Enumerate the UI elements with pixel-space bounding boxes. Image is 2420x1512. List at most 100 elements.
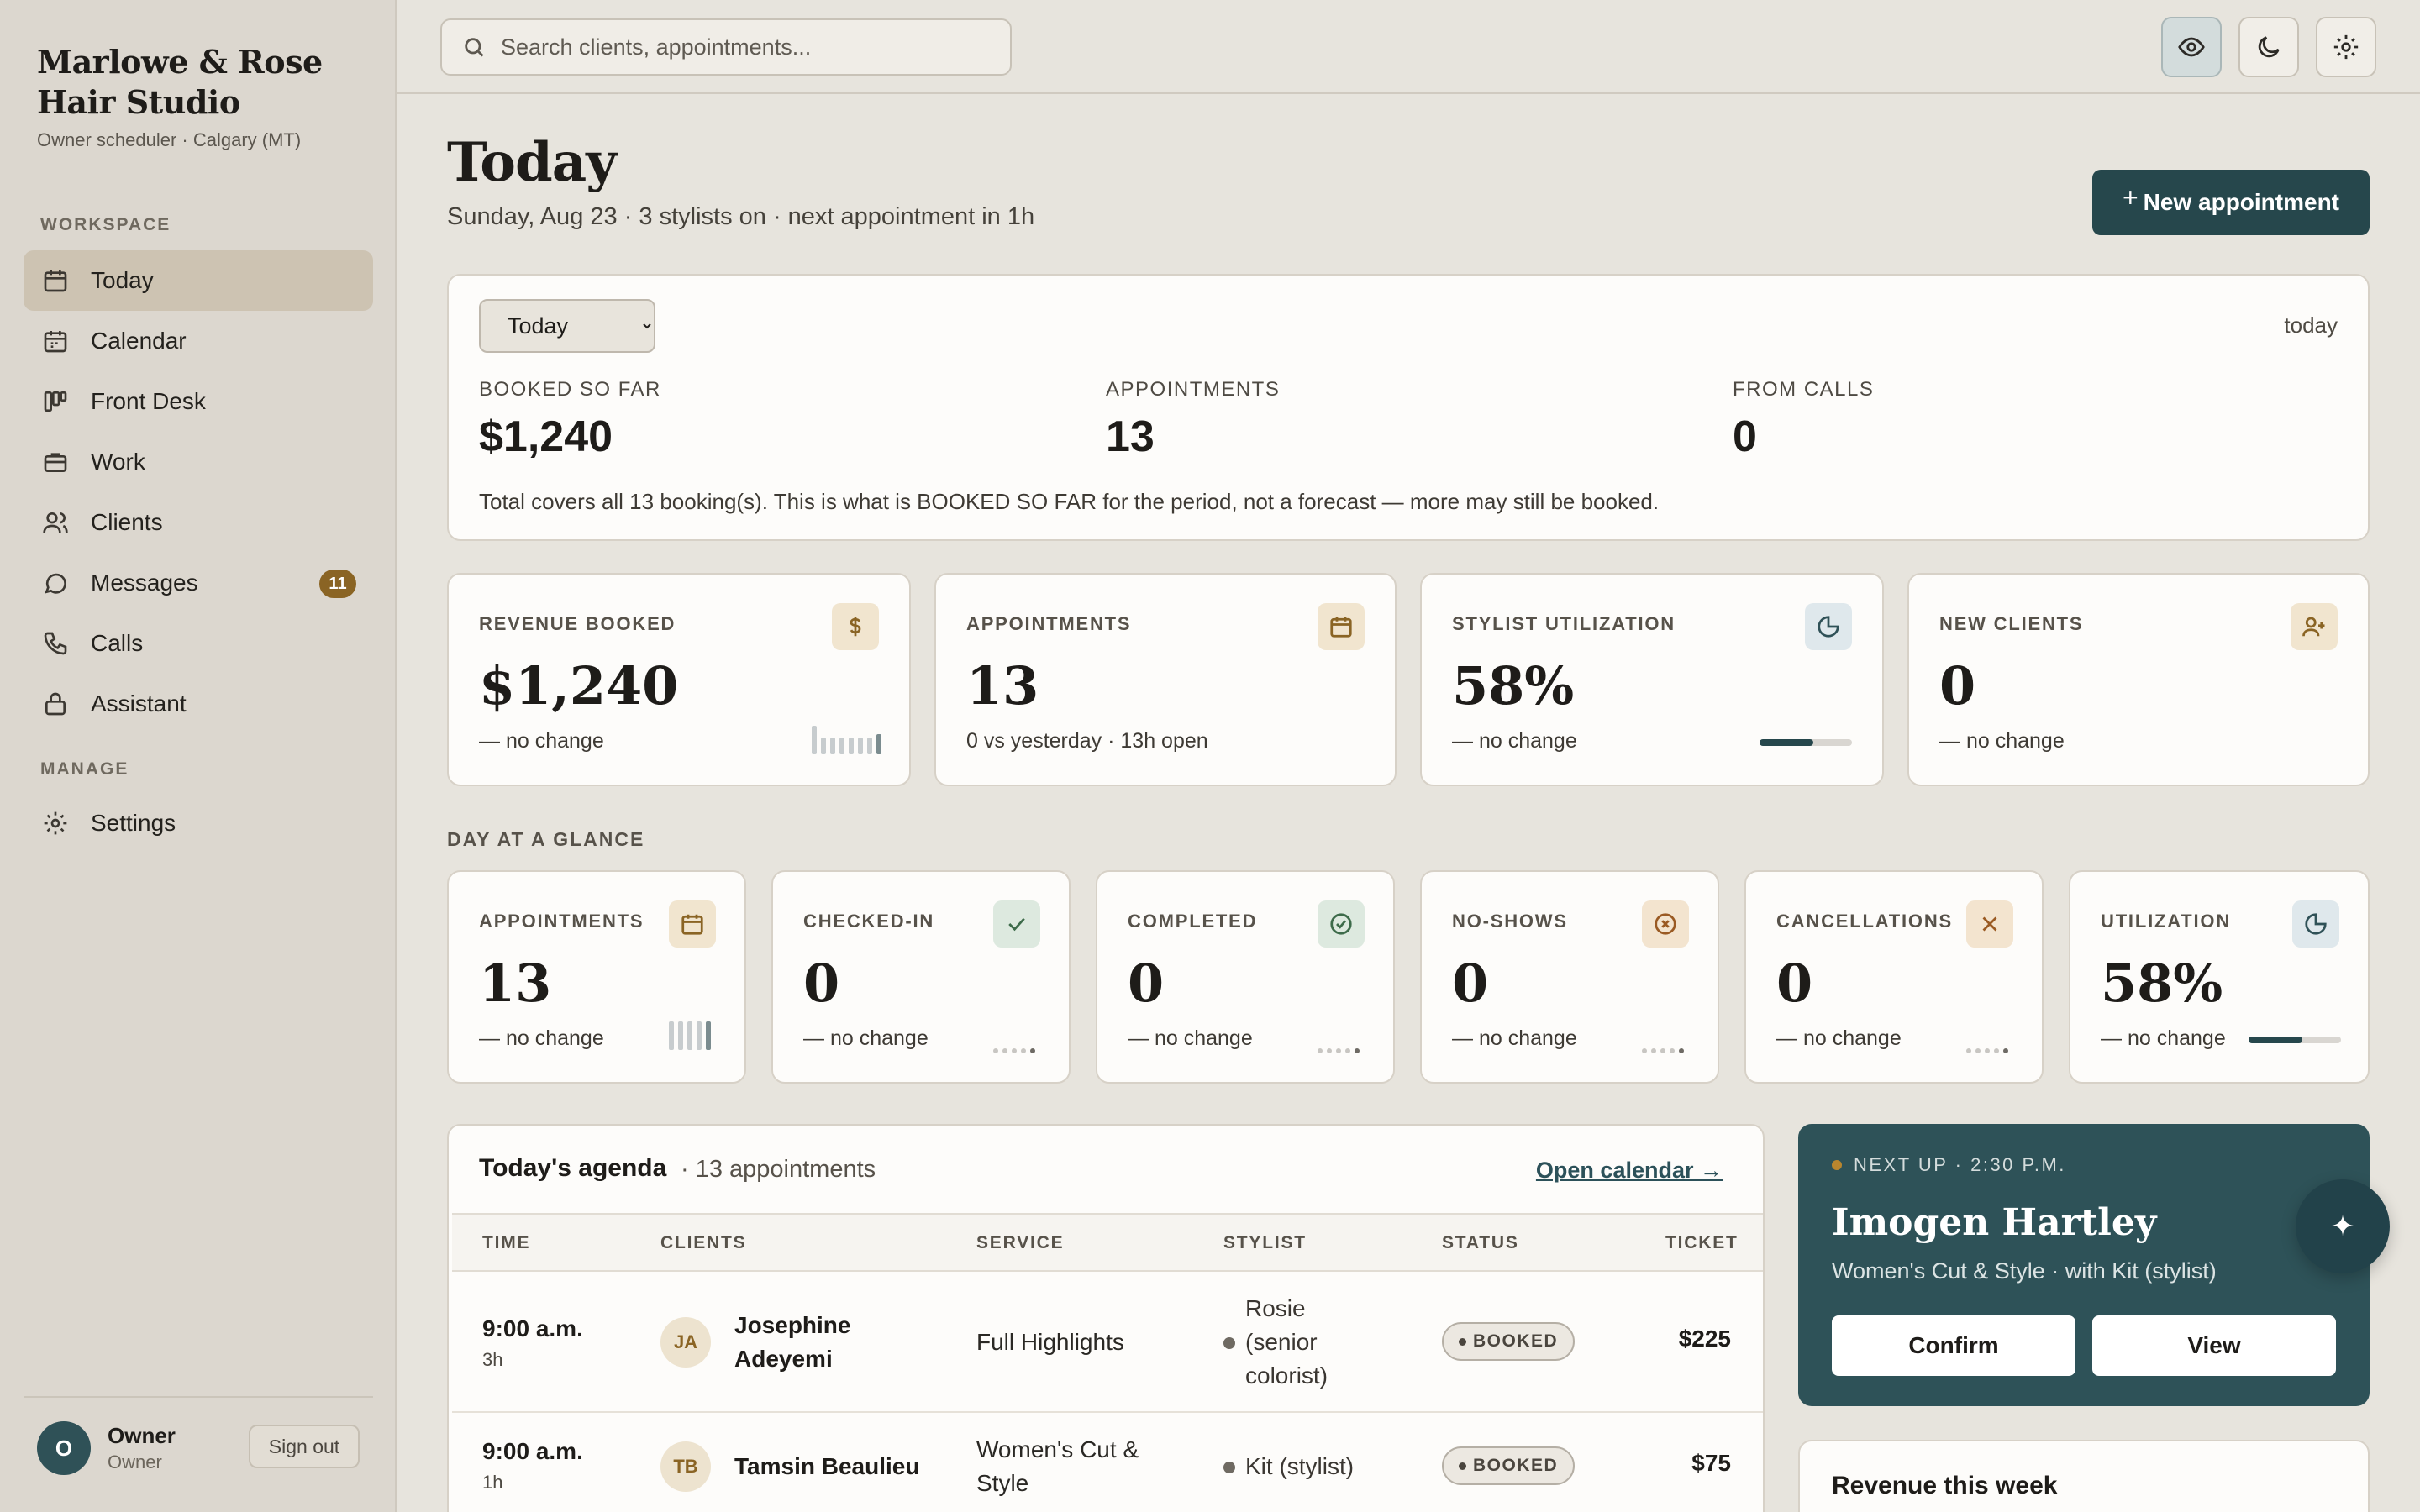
kpi-delta: — no change (2101, 1026, 2226, 1050)
kpi-label: STYLIST UTILIZATION (1452, 613, 1676, 634)
column-header-stylist[interactable]: STYLIST (1223, 1233, 1307, 1253)
sidebar-item-clients[interactable]: Clients (24, 492, 373, 553)
calendar-grid-icon (40, 326, 71, 356)
kpi-label: NEW CLIENTS (1939, 613, 2084, 634)
period-select[interactable]: Today (479, 299, 655, 353)
kpi-label: APPOINTMENTS (479, 911, 644, 932)
client-avatar: JA (660, 1317, 711, 1368)
kpi-card-revenue: REVENUE BOOKED $1,240 — no change (447, 573, 911, 786)
confirm-button[interactable]: Confirm (1832, 1315, 2075, 1376)
kpi-value: 0 (1776, 953, 1813, 1014)
status-dot (1459, 1337, 1466, 1346)
status-label: BOOKED (1473, 1331, 1559, 1351)
settings-button[interactable] (2316, 17, 2376, 77)
client-name[interactable]: Tamsin Beaulieu (734, 1450, 953, 1483)
column-header-status[interactable]: STATUS (1442, 1233, 1519, 1253)
sidebar-item-label: Messages (91, 570, 198, 596)
from-calls-label: FROM CALLS (1733, 378, 1875, 401)
lock-icon (40, 689, 71, 719)
moon-icon (2258, 36, 2280, 58)
sidebar-item-label: Front Desk (91, 388, 206, 414)
table-row[interactable]: 9:00 a.m. 3h JA Josephine Adeyemi Full H… (452, 1272, 1763, 1413)
sidebar-item-label: Calls (91, 630, 144, 656)
kpi-value: 0 (1452, 953, 1489, 1014)
kpi-value: 0 (1128, 953, 1165, 1014)
sidebar-item-label: Calendar (91, 328, 187, 354)
kpi-delta: — no change (1939, 729, 2065, 753)
trend-dots (1642, 1048, 1684, 1053)
briefcase-icon (40, 447, 71, 477)
status-dot (1832, 1160, 1842, 1170)
status-badge: BOOKED (1442, 1446, 1576, 1485)
table-row[interactable]: 9:00 a.m. 1h TB Tamsin Beaulieu Women's … (452, 1413, 1763, 1512)
kpi-card-new-clients: NEW CLIENTS 0 — no change (1907, 573, 2370, 786)
progress-fill (1760, 739, 1813, 746)
glance-card-no-shows: NO-SHOWS 0 — no change (1420, 870, 1719, 1084)
search-box[interactable] (440, 18, 1012, 76)
page-title: Today (447, 131, 617, 194)
user-plus-icon (2291, 603, 2338, 650)
new-appointment-button[interactable]: + New appointment (2092, 170, 2370, 235)
kpi-card-appointments: APPOINTMENTS 13 0 vs yesterday · 13h ope… (934, 573, 1397, 786)
new-appointment-label: New appointment (2143, 189, 2340, 215)
top-bar (397, 0, 2420, 94)
status-dot (1459, 1462, 1466, 1470)
sidebar-item-label: Settings (91, 810, 176, 836)
next-up-detail: Women's Cut & Style · with Kit (stylist) (1832, 1258, 2217, 1284)
sidebar-item-work[interactable]: Work (24, 432, 373, 492)
pie-icon (1805, 603, 1852, 650)
manage-section-label: MANAGE (40, 759, 129, 779)
kpi-label: REVENUE BOOKED (479, 613, 676, 634)
stylist-name: Kit (stylist) (1245, 1453, 1355, 1479)
pie-icon (2292, 900, 2339, 948)
brand-subtitle: Owner scheduler · Calgary (MT) (37, 129, 302, 150)
sign-out-button[interactable]: Sign out (249, 1425, 360, 1468)
message-icon (40, 568, 71, 598)
gear-icon (2333, 34, 2359, 60)
sidebar-item-calendar[interactable]: Calendar (24, 311, 373, 371)
trend-dots (993, 1048, 1035, 1053)
preview-toggle-button[interactable] (2161, 17, 2222, 77)
search-input[interactable] (501, 34, 988, 60)
sidebar-item-settings[interactable]: Settings (24, 793, 373, 853)
calendar-icon (1318, 603, 1365, 650)
x-circle-icon (1642, 900, 1689, 948)
open-calendar-link[interactable]: Open calendar → (1536, 1158, 1723, 1184)
next-up-card: NEXT UP · 2:30 P.M. Imogen Hartley Women… (1798, 1124, 2370, 1406)
sidebar-item-front-desk[interactable]: Front Desk (24, 371, 373, 432)
revenue-this-week-title: Revenue this week (1832, 1472, 2058, 1499)
appointment-time: 9:00 a.m. (482, 1438, 583, 1464)
kpi-delta: 0 vs yesterday · 13h open (966, 729, 1208, 753)
sidebar-item-assistant[interactable]: Assistant (24, 674, 373, 734)
column-header-time[interactable]: TIME (482, 1233, 530, 1253)
kpi-label: CHECKED-IN (803, 911, 935, 932)
gear-icon (40, 808, 71, 838)
sidebar-item-today[interactable]: Today (24, 250, 373, 311)
status-badge: BOOKED (1442, 1322, 1576, 1361)
kpi-value: 0 (803, 953, 840, 1014)
stylist-name: Rosie (senior colorist) (1245, 1295, 1328, 1389)
view-button[interactable]: View (2092, 1315, 2336, 1376)
kpi-delta: — no change (1776, 1026, 1902, 1050)
glance-card-checked-in: CHECKED-IN 0 — no change (771, 870, 1071, 1084)
sidebar-item-messages[interactable]: Messages 11 (24, 553, 373, 613)
agenda-table-header: TIME CLIENTS SERVICE STYLIST STATUS TICK… (452, 1213, 1763, 1272)
agenda-count: · 13 appointments (681, 1156, 876, 1183)
appointment-duration: 3h (482, 1349, 503, 1370)
column-header-ticket[interactable]: TICKET (1665, 1233, 1739, 1253)
assistant-sparkle-button[interactable]: ✦ (2296, 1179, 2390, 1273)
appointments-value: 13 (1106, 412, 1155, 461)
service-name: Full Highlights (976, 1329, 1124, 1355)
client-name[interactable]: Josephine Adeyemi (734, 1309, 902, 1376)
kpi-label: NO-SHOWS (1452, 911, 1568, 932)
kpi-value: 13 (479, 953, 552, 1014)
column-header-service[interactable]: SERVICE (976, 1233, 1064, 1253)
check-circle-icon (1318, 900, 1365, 948)
progress-fill (2249, 1037, 2302, 1043)
dark-mode-button[interactable] (2238, 17, 2299, 77)
sidebar-item-calls[interactable]: Calls (24, 613, 373, 674)
kanban-icon (40, 386, 71, 417)
kpi-delta: — no change (1452, 1026, 1577, 1050)
column-header-clients[interactable]: CLIENTS (660, 1233, 746, 1253)
day-at-a-glance-label: DAY AT A GLANCE (447, 828, 645, 850)
